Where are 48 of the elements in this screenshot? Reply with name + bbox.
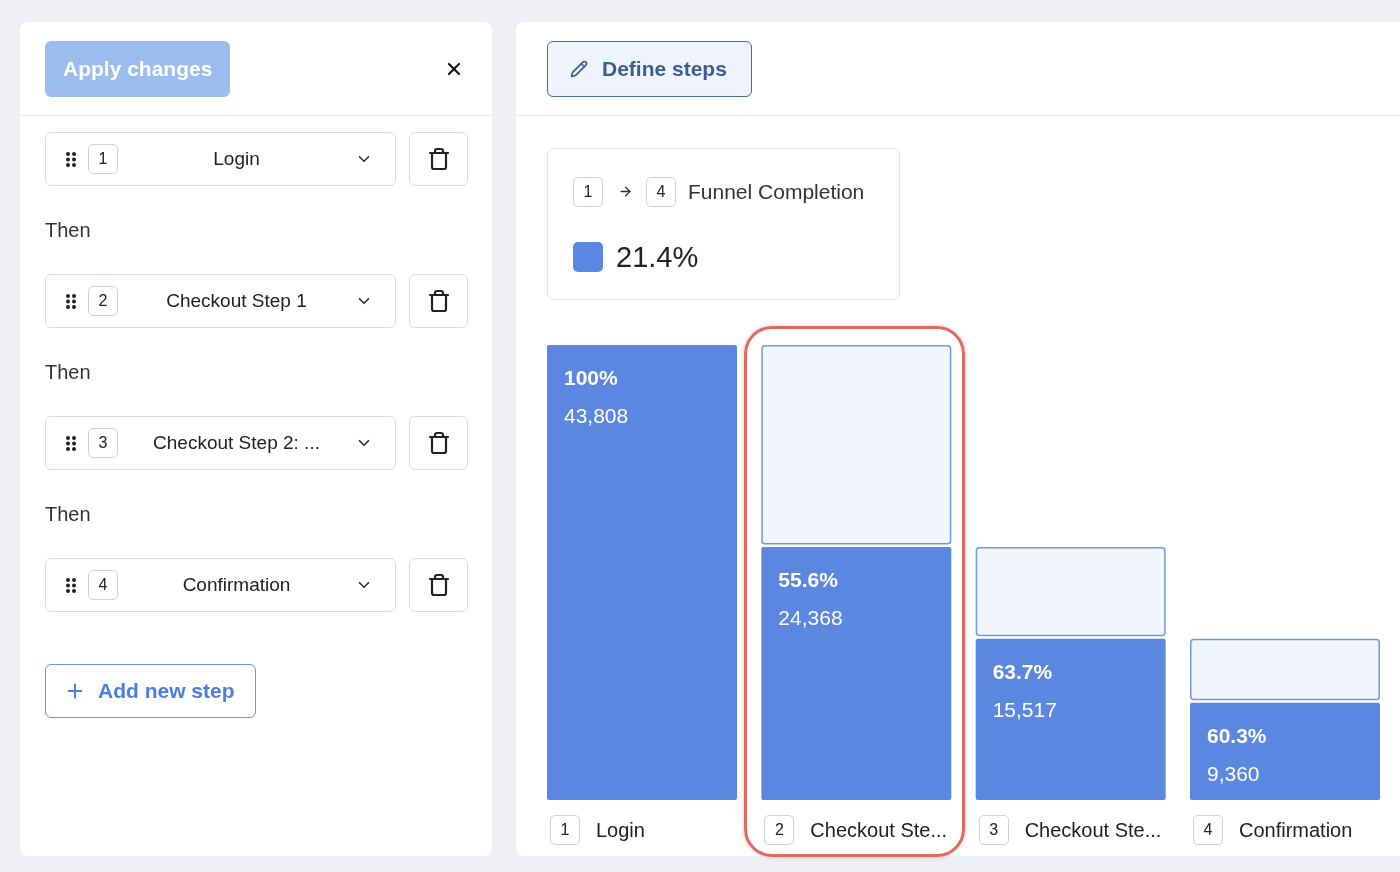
add-step-button[interactable]: Add new step <box>45 664 256 718</box>
user-count: 43,808 <box>564 404 629 427</box>
step-number: 1 <box>550 814 580 845</box>
step-select[interactable]: 2 Checkout Step 1 <box>45 274 396 328</box>
step-number: 4 <box>1193 814 1223 845</box>
user-count: 24,368 <box>778 605 843 629</box>
arrow-right-icon <box>618 184 633 200</box>
step-number: 4 <box>646 176 676 207</box>
delete-button[interactable] <box>409 274 468 328</box>
step-number: 4 <box>88 570 118 600</box>
delete-button[interactable] <box>409 558 468 612</box>
step-number: 1 <box>573 176 603 207</box>
conversion-rate: 100% <box>564 366 618 389</box>
delete-button[interactable] <box>409 416 468 470</box>
drag-handle-icon[interactable] <box>66 435 76 451</box>
step-label: Checkout Ste... <box>810 817 948 843</box>
drag-handle-icon[interactable] <box>66 293 76 309</box>
step-number: 3 <box>88 428 118 458</box>
conversion-rate: 55.6% <box>778 567 838 591</box>
define-steps-button[interactable]: Define steps <box>547 40 752 97</box>
summary-title: Funnel Completion <box>688 179 865 205</box>
step-number: 2 <box>764 814 795 845</box>
conversion-rate: 63.7% <box>992 659 1053 683</box>
step-number: 1 <box>88 144 118 174</box>
completion-rate: 21.4% <box>616 239 699 275</box>
trash-icon <box>426 289 451 313</box>
pencil-icon <box>570 59 588 78</box>
trash-icon <box>426 431 451 455</box>
then-label: Then <box>45 502 91 527</box>
trash-icon <box>426 573 451 597</box>
step-select[interactable]: 3 Checkout Step 2: ... <box>45 416 396 470</box>
user-count: 15,517 <box>992 697 1057 721</box>
then-label: Then <box>45 218 91 243</box>
step-label: Checkout Ste... <box>1024 817 1162 843</box>
delete-button[interactable] <box>409 132 468 186</box>
step-select[interactable]: 4 Confirmation <box>45 558 396 612</box>
step-select[interactable]: 1 Login <box>45 132 396 186</box>
trash-icon <box>426 147 451 171</box>
legend-swatch-icon <box>573 242 603 273</box>
then-label: Then <box>45 360 91 385</box>
drag-handle-icon[interactable] <box>66 577 76 593</box>
step-label: Confirmation <box>1239 817 1353 843</box>
user-count: 9,360 <box>1207 761 1260 785</box>
conversion-rate: 60.3% <box>1207 723 1267 747</box>
step-number: 2 <box>88 286 118 316</box>
step-number: 3 <box>978 814 1009 845</box>
drag-handle-icon[interactable] <box>66 151 76 167</box>
step-label: Login <box>596 817 645 843</box>
